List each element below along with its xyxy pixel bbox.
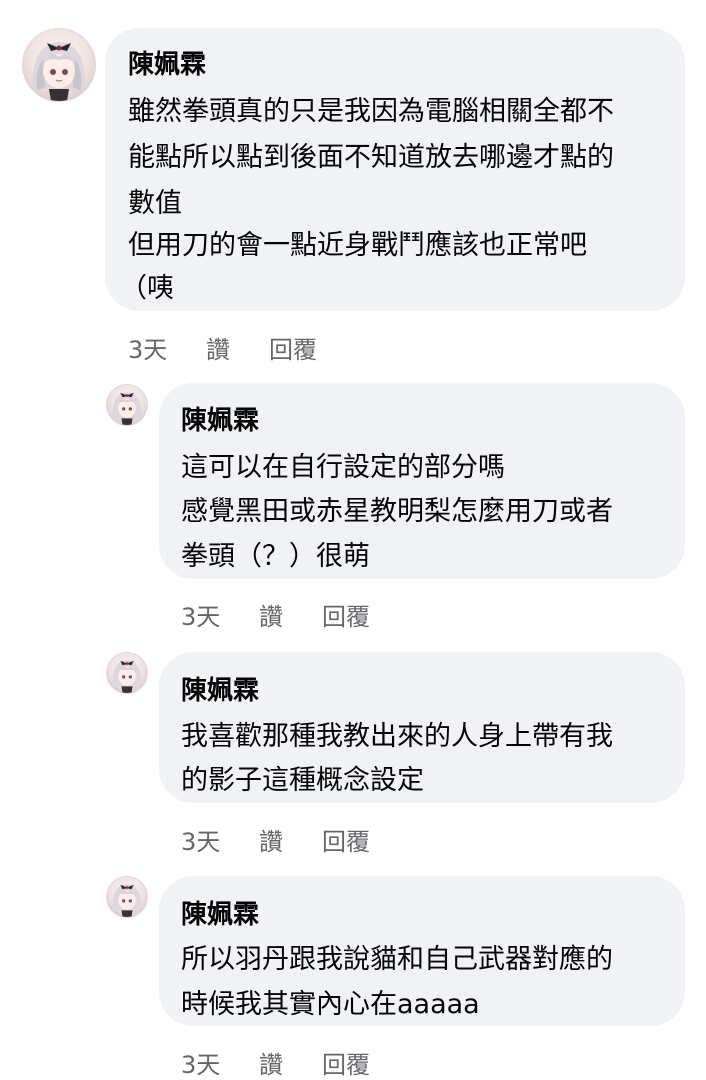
comment-text-line: 感覺黑田或赤星教明梨怎麼用刀或者 bbox=[181, 496, 613, 527]
commenter-avatar[interactable] bbox=[106, 384, 148, 426]
comment-4: 陳姵霖 所以羽丹跟我說貓和自己武器對應的 時候我其實內心在aaaaa 3天 讚 … bbox=[0, 874, 706, 1079]
comment-timestamp[interactable]: 3天 bbox=[181, 1045, 220, 1080]
comment-text-line: 能點所以點到後面不知道放去哪邊才點的 bbox=[128, 142, 614, 173]
reply-button[interactable]: 回覆 bbox=[322, 597, 370, 632]
comment-2: 陳姵霖 這可以在自行設定的部分嗎 感覺黑田或赤星教明梨怎麼用刀或者 拳頭（？）很… bbox=[0, 380, 706, 631]
comment-text-line: 拳頭（？）很萌 bbox=[181, 541, 370, 572]
comment-text-line: 我喜歡那種我教出來的人身上帶有我 bbox=[181, 721, 613, 752]
commenter-avatar[interactable] bbox=[106, 876, 148, 918]
commenter-avatar[interactable] bbox=[22, 28, 96, 102]
comment-author[interactable]: 陳姵霖 bbox=[181, 894, 259, 931]
like-button[interactable]: 讚 bbox=[259, 597, 283, 632]
comment-text-line: 數值 bbox=[128, 188, 182, 219]
comment-text-line: （咦 bbox=[120, 273, 174, 304]
reply-button[interactable]: 回覆 bbox=[322, 1045, 370, 1080]
comment-text-line: 時候我其實內心在aaaaa bbox=[181, 989, 480, 1020]
comment-text-line: 所以羽丹跟我說貓和自己武器對應的 bbox=[181, 944, 613, 975]
reply-button[interactable]: 回覆 bbox=[322, 822, 370, 857]
reply-button[interactable]: 回覆 bbox=[269, 330, 317, 365]
comment-3: 陳姵霖 我喜歡那種我教出來的人身上帶有我 的影子這種概念設定 3天 讚 回覆 bbox=[0, 650, 706, 860]
commenter-avatar[interactable] bbox=[106, 652, 148, 694]
like-button[interactable]: 讚 bbox=[259, 822, 283, 857]
comment-author[interactable]: 陳姵霖 bbox=[181, 400, 259, 437]
comment-text-line: 雖然拳頭真的只是我因為電腦相關全都不 bbox=[128, 96, 614, 127]
comment-1: 陳姵霖 雖然拳頭真的只是我因為電腦相關全都不 能點所以點到後面不知道放去哪邊才點… bbox=[0, 0, 706, 380]
comment-text-line: 的影子這種概念設定 bbox=[181, 765, 424, 796]
comment-text-line: 這可以在自行設定的部分嗎 bbox=[181, 452, 505, 483]
comment-author[interactable]: 陳姵霖 bbox=[128, 44, 206, 81]
like-button[interactable]: 讚 bbox=[259, 1045, 283, 1080]
comment-meta: 3天 讚 回覆 bbox=[181, 822, 481, 856]
comment-meta: 3天 讚 回覆 bbox=[128, 330, 428, 364]
like-button[interactable]: 讚 bbox=[206, 330, 230, 365]
comment-timestamp[interactable]: 3天 bbox=[181, 597, 220, 632]
comment-timestamp[interactable]: 3天 bbox=[128, 330, 167, 365]
comment-meta: 3天 讚 回覆 bbox=[181, 1045, 481, 1079]
comment-author[interactable]: 陳姵霖 bbox=[181, 670, 259, 707]
comment-text-line: 但用刀的會一點近身戰鬥應該也正常吧 bbox=[128, 230, 587, 261]
comment-meta: 3天 讚 回覆 bbox=[181, 597, 481, 631]
comment-timestamp[interactable]: 3天 bbox=[181, 822, 220, 857]
